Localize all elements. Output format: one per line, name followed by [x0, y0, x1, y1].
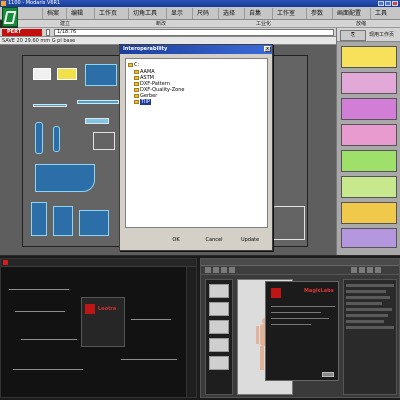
pattern-piece[interactable]: [57, 68, 77, 80]
category-create[interactable]: 建立: [60, 20, 70, 28]
dark-cad-window[interactable]: Leotra: [0, 258, 197, 398]
menu-bar: 档案 编辑 工作页 切角工具 显示 尺码 选择 自集 工作室 参数 画面配置 工…: [0, 7, 400, 27]
menu-sheet[interactable]: 工作页: [94, 8, 117, 19]
thumbnail[interactable]: [209, 302, 229, 316]
tool-tile-3[interactable]: [341, 98, 397, 120]
app-icon: [1, 1, 6, 6]
category-modify[interactable]: 断改: [156, 20, 166, 28]
tool-icon[interactable]: [359, 267, 365, 273]
title-bar: 1100 - Modaris V6R1: [0, 0, 400, 7]
tool-tile-8[interactable]: [341, 228, 397, 248]
3d-fitting-window[interactable]: MagicLabs: [200, 258, 400, 398]
tool-tile-1[interactable]: [341, 46, 397, 68]
thumbnail[interactable]: [209, 356, 229, 370]
pattern-piece[interactable]: [35, 164, 95, 192]
thumbnail[interactable]: [209, 284, 229, 298]
side-toolbar: [186, 267, 196, 397]
update-button[interactable]: Update: [238, 236, 262, 245]
desktop: 1100 - Modaris V6R1 档案 编辑 工作页 切角工具 显示 尺码…: [0, 0, 400, 400]
bottom-strip: Leotra MagicLabs: [0, 256, 400, 400]
tool-icon[interactable]: [375, 267, 381, 273]
category-bar: 建立 断改 工业化 放缩: [18, 20, 400, 28]
pert-field-a[interactable]: [46, 29, 50, 36]
folder-icon: [128, 62, 133, 67]
brand-label: MagicLabs: [304, 288, 334, 294]
about-ok-button[interactable]: [322, 372, 334, 377]
minimize-button[interactable]: [378, 1, 384, 6]
about-dialog: MagicLabs: [265, 281, 339, 381]
close-button[interactable]: [392, 1, 398, 6]
tool-tile-2[interactable]: [341, 72, 397, 94]
category-grading[interactable]: 放缩: [356, 20, 366, 28]
folder-icon: [134, 81, 139, 86]
folder-icon: [134, 69, 139, 74]
icon-toolbar: [201, 266, 399, 275]
thumbnail[interactable]: [209, 338, 229, 352]
sheet-icon[interactable]: ⎘: [340, 30, 366, 41]
menu-tools[interactable]: 工具: [370, 8, 387, 19]
pattern-piece[interactable]: [85, 64, 117, 86]
folder-icon: [134, 93, 139, 98]
cancel-button[interactable]: Cancel: [202, 236, 226, 245]
pattern-piece[interactable]: [53, 126, 60, 152]
tool-icon[interactable]: [221, 267, 227, 273]
ok-button[interactable]: OK: [164, 236, 188, 245]
menu-edit[interactable]: 编辑: [66, 8, 83, 19]
maximize-button[interactable]: [385, 1, 391, 6]
menu-size[interactable]: 尺码: [192, 8, 209, 19]
pattern-piece[interactable]: [31, 202, 47, 236]
interoperability-dialog: Interoperability x C: AAMA ASTM DXF-Patt…: [119, 44, 273, 251]
tool-tile-7[interactable]: [341, 202, 397, 224]
menu-studio[interactable]: 工作室: [272, 8, 295, 19]
menu-file[interactable]: 档案: [42, 8, 59, 19]
current-sheet-label: 现用工作页: [369, 32, 395, 38]
thumbnail[interactable]: [209, 320, 229, 334]
menu-params[interactable]: 参数: [306, 8, 323, 19]
tool-icon[interactable]: [213, 267, 219, 273]
pattern-piece[interactable]: [53, 206, 73, 236]
pattern-piece[interactable]: [35, 122, 43, 154]
menu-cut-tools[interactable]: 切角工具: [128, 8, 157, 19]
window-title: 1100 - Modaris V6R1: [8, 0, 61, 6]
tool-icon[interactable]: [351, 267, 357, 273]
tool-icon[interactable]: [367, 267, 373, 273]
tree-item-selected[interactable]: TIIP: [134, 99, 152, 105]
pattern-piece[interactable]: [93, 132, 115, 150]
tool-tile-6[interactable]: [341, 176, 397, 198]
pattern-piece[interactable]: [77, 100, 119, 104]
pert-button[interactable]: PERT: [2, 29, 42, 36]
tool-tile-5[interactable]: [341, 150, 397, 172]
pert-row: PERT 1/18.76: [0, 28, 336, 37]
menu-select[interactable]: 选择: [218, 8, 235, 19]
tree-root[interactable]: C:: [128, 62, 139, 68]
folder-icon: [134, 75, 139, 80]
folder-icon: [134, 99, 139, 104]
menu-collection[interactable]: 自集: [244, 8, 261, 19]
splash-panel: Leotra: [81, 297, 125, 347]
app-icon: [3, 260, 8, 265]
brand-logo-icon: [271, 288, 281, 298]
brand-logo-icon: [85, 304, 95, 314]
tool-icon[interactable]: [229, 267, 235, 273]
menu-display[interactable]: 显示: [166, 8, 183, 19]
tool-icon[interactable]: [205, 267, 211, 273]
pattern-piece[interactable]: [33, 68, 51, 80]
pert-field-b[interactable]: 1/18.76: [54, 29, 334, 36]
brand-label: Leotra: [98, 306, 117, 312]
thumbnail-list[interactable]: [205, 279, 233, 395]
tool-tile-4[interactable]: [341, 124, 397, 146]
pattern-piece[interactable]: [33, 104, 67, 107]
dialog-title: Interoperability: [120, 45, 272, 54]
dialog-close-button[interactable]: x: [264, 46, 271, 52]
category-industrialize[interactable]: 工业化: [256, 20, 271, 28]
format-tree: C: AAMA ASTM DXF-Pattern DXF-Quality-Zon…: [125, 58, 268, 228]
folder-icon: [134, 87, 139, 92]
property-panel: [343, 279, 397, 395]
pattern-piece[interactable]: [85, 118, 109, 124]
tool-panel: ⎘ 现用工作页: [336, 28, 400, 255]
menu-layout[interactable]: 画面配置: [332, 8, 361, 19]
pattern-piece[interactable]: [79, 210, 109, 236]
modaris-logo-icon[interactable]: [2, 7, 18, 27]
